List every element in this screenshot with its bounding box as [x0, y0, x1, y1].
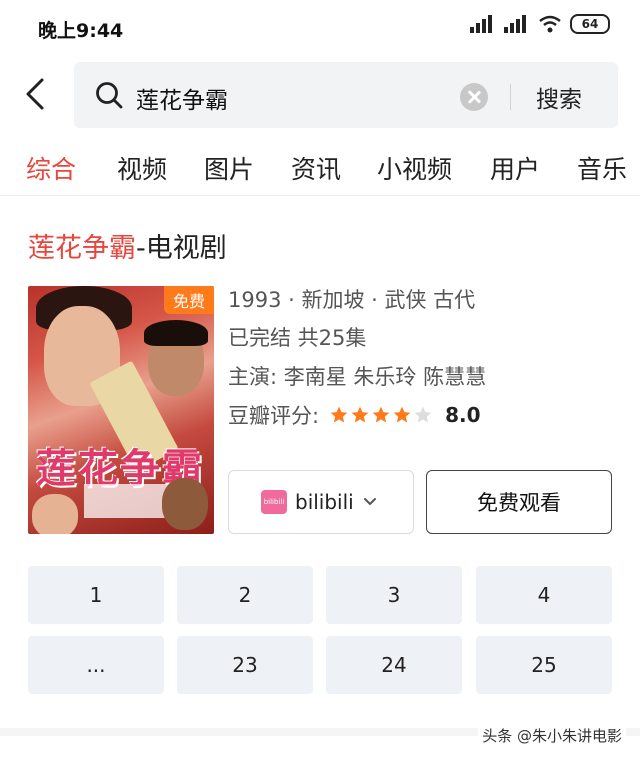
status-time: 晚上9:44: [38, 20, 124, 42]
info-line: 1993 · 新加坡 · 武侠 古代: [228, 288, 476, 312]
search-box[interactable]: 莲花争霸 搜索: [74, 62, 618, 128]
status-line: 已完结 共25集: [228, 326, 367, 350]
free-badge: 免费: [164, 286, 214, 314]
tab-video[interactable]: 视频: [117, 150, 167, 186]
star-filled-icon: [351, 406, 369, 423]
tab-all[interactable]: 综合: [26, 150, 76, 186]
status-bar: 晚上9:44 64: [0, 0, 640, 56]
bilibili-logo-icon: bilibili: [261, 490, 287, 514]
source-selector[interactable]: bilibili bilibili: [228, 470, 414, 534]
poster-bottom-face: [32, 494, 78, 534]
tab-music[interactable]: 音乐: [577, 150, 627, 186]
clear-icon[interactable]: [460, 83, 488, 111]
cast-line: 主演: 李南星 朱乐玲 陈慧慧: [228, 365, 487, 389]
search-input[interactable]: 莲花争霸: [136, 81, 228, 115]
wifi-icon: [539, 15, 561, 33]
result-title-highlight: 莲花争霸: [28, 233, 136, 264]
chevron-left-icon: [26, 78, 44, 110]
poster-subtitle: [84, 484, 174, 518]
watch-free-button[interactable]: 免费观看: [426, 470, 612, 534]
tab-users[interactable]: 用户: [490, 150, 540, 186]
source-label: bilibili: [295, 490, 354, 514]
search-icon: [96, 82, 123, 109]
episode-button[interactable]: 1: [28, 566, 164, 624]
star-filled-icon: [330, 406, 348, 423]
tab-news[interactable]: 资讯: [291, 150, 341, 186]
result-title[interactable]: 莲花争霸-电视剧: [28, 226, 227, 265]
tab-short-video[interactable]: 小视频: [377, 150, 452, 186]
search-button[interactable]: 搜索: [536, 80, 582, 114]
signal-hd-icon: [504, 15, 526, 33]
episode-button[interactable]: 24: [326, 636, 462, 694]
episode-more-button[interactable]: ...: [28, 636, 164, 694]
poster-man: [144, 320, 208, 396]
rating-stars: [329, 405, 433, 425]
star-filled-icon: [372, 406, 390, 423]
star-empty-icon: [414, 406, 432, 423]
tab-images[interactable]: 图片: [204, 150, 254, 186]
battery-icon: 64: [570, 14, 610, 34]
search-divider: [510, 84, 511, 110]
rating-row: 豆瓣评分: 8.0: [228, 400, 481, 430]
rating-label: 豆瓣评分:: [228, 404, 320, 428]
watermark: 头条 @朱小朱讲电影: [478, 725, 626, 746]
chevron-down-icon: [363, 498, 376, 506]
episode-button[interactable]: 3: [326, 566, 462, 624]
poster-image[interactable]: 莲花争霸 免费: [28, 286, 214, 534]
episode-button[interactable]: 4: [476, 566, 612, 624]
rating-score: 8.0: [445, 403, 481, 427]
episode-button[interactable]: 25: [476, 636, 612, 694]
star-filled-icon: [393, 406, 411, 423]
episode-button[interactable]: 2: [177, 566, 313, 624]
battery-level: 64: [581, 17, 599, 31]
category-tabs: 综合 视频 图片 资讯 小视频 用户 音乐: [0, 136, 640, 196]
search-row: 莲花争霸 搜索: [0, 56, 640, 132]
episode-button[interactable]: 23: [177, 636, 313, 694]
result-title-suffix: -电视剧: [136, 233, 227, 264]
back-button[interactable]: [20, 74, 56, 114]
signal-icon: [470, 15, 492, 33]
poster-bottom-man: [162, 478, 208, 530]
status-icons: 64: [470, 14, 610, 34]
